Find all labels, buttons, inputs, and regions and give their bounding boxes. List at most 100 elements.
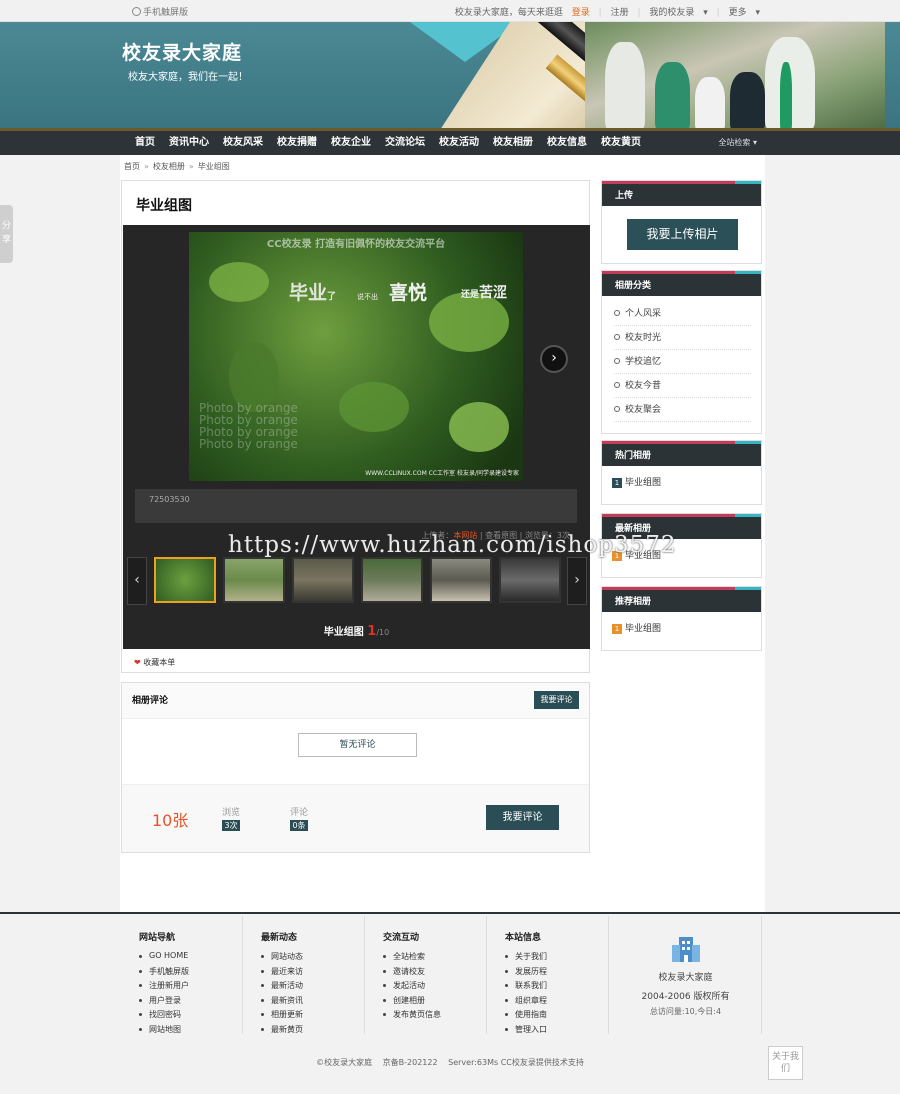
footer-link[interactable]: 邀请校友 [383, 966, 486, 981]
footer-link[interactable]: 手机触屏版 [139, 966, 242, 981]
photo-description-text: 72503530 [149, 495, 190, 504]
favorite-link[interactable]: ❤ 收藏本单 [134, 657, 175, 668]
thumbnail[interactable] [430, 557, 492, 603]
mobile-version-link[interactable]: 手机触屏版 [132, 5, 188, 18]
bullet-icon [614, 358, 620, 364]
divider: | [637, 8, 641, 18]
footer-link[interactable]: GO HOME [139, 951, 242, 966]
footer-link[interactable]: 联系我们 [505, 980, 608, 995]
register-link[interactable]: 注册 [611, 8, 629, 18]
icp-number[interactable]: 京备B-202122 [383, 1058, 438, 1067]
comments-title: 相册评论 [132, 696, 169, 706]
category-item[interactable]: 学校追忆 [614, 350, 751, 374]
recommended-album-label: 毕业组图 [625, 624, 662, 634]
share-tab[interactable]: 分享 [0, 205, 13, 263]
category-item[interactable]: 校友时光 [614, 326, 751, 350]
category-panel: 相册分类 个人风采 校友时光 学校追忆 校友今昔 校友聚会 [601, 270, 762, 434]
footer-link[interactable]: 关于我们 [505, 951, 608, 966]
rank-badge: 1 [612, 624, 622, 634]
footer-link[interactable]: 相册更新 [261, 1009, 364, 1024]
more-menu[interactable]: 更多 [729, 8, 747, 18]
footer-link[interactable]: 网站动态 [261, 951, 364, 966]
mobile-label: 手机触屏版 [143, 8, 189, 18]
nav-item-yellowpages[interactable]: 校友黄页 [594, 134, 648, 154]
chevron-right-icon: › [551, 350, 557, 366]
nav-item-forum[interactable]: 交流论坛 [378, 134, 432, 154]
add-comment-button[interactable]: 我要评论 [534, 691, 579, 709]
album-title: 毕业组图 [136, 198, 192, 214]
thumbs-prev-button[interactable]: ‹ [127, 557, 147, 605]
thumbnail[interactable] [361, 557, 423, 603]
my-alumni-menu[interactable]: 我的校友录 [649, 8, 694, 18]
footer-link[interactable]: 管理入口 [505, 1024, 608, 1039]
footer-heading: 最新动态 [261, 933, 298, 943]
footer-link[interactable]: 最新黄页 [261, 1024, 364, 1039]
thumbnail[interactable] [223, 557, 285, 603]
site-title[interactable]: 校友录大家庭 [122, 38, 242, 65]
footer-link[interactable]: 发起活动 [383, 980, 486, 995]
category-item[interactable]: 个人风采 [614, 302, 751, 326]
category-list: 个人风采 校友时光 学校追忆 校友今昔 校友聚会 [602, 296, 761, 422]
nav-item-style[interactable]: 校友风采 [216, 134, 270, 154]
next-photo-button[interactable]: › [540, 345, 568, 373]
nav-item-activities[interactable]: 校友活动 [432, 134, 486, 154]
thumbs-next-button[interactable]: › [567, 557, 587, 605]
nav-item-news[interactable]: 资讯中心 [162, 134, 216, 154]
nav-item-home[interactable]: 首页 [128, 134, 162, 154]
about-us-float-button[interactable]: 关于我们 [768, 1046, 803, 1080]
footer-col-latest: 最新动态 网站动态 最近来访 最新活动 最新资讯 相册更新 最新黄页 [243, 916, 365, 1034]
category-item[interactable]: 校友今昔 [614, 374, 751, 398]
banner-students-photo [585, 22, 885, 130]
login-link[interactable]: 登录 [572, 8, 590, 18]
overlay-watermark: https://www.huzhan.com/ishop3572 [228, 532, 677, 558]
recommended-album-item[interactable]: 1 毕业组图 [602, 612, 761, 643]
footer-link[interactable]: 网站地图 [139, 1024, 242, 1039]
chevron-down-icon: ▾ [700, 8, 708, 18]
top-bar: 手机触屏版 校友录大家庭，每天来逛逛 登录 | 注册 | 我的校友录 ▾ | 更… [0, 0, 900, 22]
upload-photo-button[interactable]: 我要上传相片 [627, 219, 738, 250]
footer-link[interactable]: 创建相册 [383, 995, 486, 1010]
footer-link[interactable]: 最新活动 [261, 980, 364, 995]
category-item[interactable]: 校友聚会 [614, 398, 751, 422]
footer-link[interactable]: 使用指南 [505, 1009, 608, 1024]
nav-item-albums[interactable]: 校友相册 [486, 134, 540, 154]
comments-stat: 评论 0条 [290, 805, 309, 831]
thumbnail[interactable] [292, 557, 354, 603]
site-search-menu[interactable]: 全站检索 ▾ [718, 137, 757, 148]
main-photo[interactable]: CC校友录 打造有旧佩怀的校友交流平台 毕业了 说不出 喜悦 还是苦涩 Phot… [189, 232, 523, 481]
thumbnail[interactable] [154, 557, 216, 603]
chevron-right-icon: » [144, 162, 149, 171]
hot-album-label: 毕业组图 [625, 478, 662, 488]
nav-item-enterprise[interactable]: 校友企业 [324, 134, 378, 154]
footer-link[interactable]: 发布黄页信息 [383, 1009, 486, 1024]
footer-link[interactable]: 全站检索 [383, 951, 486, 966]
footer-link[interactable]: 发展历程 [505, 966, 608, 981]
nav-item-donation[interactable]: 校友捐赠 [270, 134, 324, 154]
footer-link[interactable]: 最近来访 [261, 966, 364, 981]
breadcrumb-home[interactable]: 首页 [124, 162, 140, 171]
bullet-icon [614, 334, 620, 340]
nav-item-info[interactable]: 校友信息 [540, 134, 594, 154]
site-banner: 校友录大家庭 校友大家庭，我们在一起！ [0, 22, 900, 130]
photo-description: 72503530 [135, 489, 577, 523]
photo-word-1-suffix: 了 [327, 292, 337, 302]
hot-album-item[interactable]: 1 毕业组图 [602, 466, 761, 497]
thumbnail[interactable] [499, 557, 561, 603]
category-label: 个人风采 [625, 309, 662, 319]
photo-word-3: 喜悦 [389, 282, 428, 304]
footer-link[interactable]: 用户登录 [139, 995, 242, 1010]
comments-panel: 相册评论 我要评论 暂无评论 10张 浏览 3次 评论 0条 我要评论 [121, 682, 590, 853]
footer-link[interactable]: 最新资讯 [261, 995, 364, 1010]
photo-watermark-line: Photo by orange [199, 437, 298, 451]
photo-word-1: 毕业了 [289, 278, 336, 305]
chevron-down-icon: ▾ [752, 8, 760, 18]
views-value: 3次 [222, 820, 241, 831]
about-us-label: 关于我们 [771, 1052, 799, 1074]
footer-heading: 交流互动 [383, 933, 420, 943]
footer-link[interactable]: 注册新用户 [139, 980, 242, 995]
add-comment-button-large[interactable]: 我要评论 [486, 805, 559, 830]
footer-link[interactable]: 找回密码 [139, 1009, 242, 1024]
breadcrumb-albums[interactable]: 校友相册 [153, 162, 185, 171]
site-search-label: 全站检索 [718, 138, 751, 147]
footer-link[interactable]: 组织章程 [505, 995, 608, 1010]
